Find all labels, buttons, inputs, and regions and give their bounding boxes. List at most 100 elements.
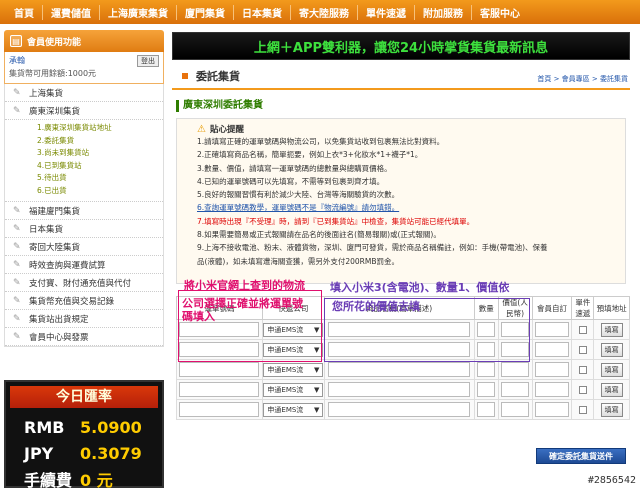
page-title: 委託集貨 bbox=[196, 70, 240, 83]
fill-address-button[interactable]: 填寫 bbox=[600, 402, 623, 417]
chevron-down-icon: ▼ bbox=[314, 385, 320, 394]
table-row: 申通EMS流 ▼ 填寫 bbox=[176, 379, 630, 400]
notice-box: ⚠ 貼心提醒 1.請填寫正確的運單號碼與物流公司，以免集貨站收到包裹無法比對資料。… bbox=[176, 118, 626, 284]
custom-input[interactable] bbox=[535, 342, 570, 357]
menu-japan[interactable]: ✎ 日本集貨 bbox=[5, 220, 163, 238]
promo-banner[interactable]: 上網＋APP雙利器，讓您24小時掌貨集貨最新訊息 bbox=[172, 32, 630, 60]
custom-input[interactable] bbox=[535, 322, 570, 337]
product-input[interactable] bbox=[328, 402, 471, 417]
notice-line: 品(液體)，如未填寫遭海關查獲，需另外支付200RMB罰金。 bbox=[197, 256, 399, 266]
courier-select[interactable]: 申通EMS流 ▼ bbox=[263, 402, 324, 417]
menu-alipay[interactable]: ✎ 支付寶、財付通充值與代付 bbox=[5, 274, 163, 292]
courier-select[interactable]: 申通EMS流 ▼ bbox=[263, 382, 324, 397]
sub-address[interactable]: 1.廣東深圳集貨站地址 bbox=[37, 122, 163, 135]
nav-home[interactable]: 首頁 bbox=[6, 4, 43, 20]
guangdong-submenu: 1.廣東深圳集貨站地址 2.委託集貨 3.尚未到集貨站 4.已到集貨站 5.待出… bbox=[5, 120, 163, 202]
pencil-icon: ✎ bbox=[13, 223, 21, 234]
annotation-red-3: 碼填入 bbox=[182, 310, 215, 323]
express-checkbox[interactable] bbox=[578, 365, 587, 374]
courier-select[interactable]: 申通EMS流 ▼ bbox=[263, 362, 324, 377]
nav-xiamen[interactable]: 廈門集貨 bbox=[177, 4, 234, 20]
menu-rules[interactable]: ✎ 集貨站出貨規定 bbox=[5, 310, 163, 328]
nav-express[interactable]: 單件速遞 bbox=[358, 4, 415, 20]
sub-shipped[interactable]: 6.已出貨 bbox=[37, 185, 163, 198]
pencil-icon: ✎ bbox=[13, 205, 21, 216]
annotation-purple-2: 您所花的價值去填 bbox=[332, 300, 420, 313]
menu-return[interactable]: ✎ 寄回大陸集貨 bbox=[5, 238, 163, 256]
table-row: 申通EMS流 ▼ 填寫 bbox=[176, 399, 630, 420]
annotation-purple-1: 填入小米3(含電池)、數量1、價值依 bbox=[330, 281, 510, 294]
warning-icon: ⚠ bbox=[197, 123, 206, 135]
express-checkbox[interactable] bbox=[578, 405, 587, 414]
pencil-icon: ✎ bbox=[13, 259, 21, 270]
side-menu: ✎ 上海集貨 ✎ 廣東深圳集貨 1.廣東深圳集貨站地址 2.委託集貨 3.尚未到集貨… bbox=[4, 84, 164, 347]
pencil-icon: ✎ bbox=[13, 331, 21, 342]
member-header: ▤ 會員使用功能 bbox=[4, 30, 164, 52]
value-input[interactable] bbox=[501, 362, 530, 377]
member-title: 會員使用功能 bbox=[27, 37, 82, 48]
menu-xiamen[interactable]: ✎ 福建廈門集貨 bbox=[5, 202, 163, 220]
notice-line: 1.請填寫正確的運單號碼與物流公司，以免集貨站收到包裹無法比對資料。 bbox=[197, 137, 445, 146]
custom-input[interactable] bbox=[535, 402, 570, 417]
pencil-icon: ✎ bbox=[13, 87, 21, 98]
menu-shipping-calc[interactable]: ✎ 時效查詢與運費試算 bbox=[5, 256, 163, 274]
nav-addon[interactable]: 附加服務 bbox=[415, 4, 472, 20]
tracking-input[interactable] bbox=[179, 362, 260, 377]
fill-address-button[interactable]: 填寫 bbox=[600, 362, 623, 377]
qty-input[interactable] bbox=[477, 362, 496, 377]
logout-button[interactable]: 登出 bbox=[137, 55, 159, 67]
pencil-icon: ✎ bbox=[13, 295, 21, 306]
menu-guangdong[interactable]: ✎ 廣東深圳集貨 bbox=[5, 102, 163, 120]
page-title-bar: 委託集貨 首頁 > 會員專區 > 委託集貨 bbox=[172, 64, 630, 90]
notice-line-link[interactable]: 6.查詢運單號碼教學，運單號碼不是『物流編號』請勿填錯。 bbox=[197, 201, 625, 214]
fill-address-button[interactable]: 填寫 bbox=[600, 382, 623, 397]
nav-service[interactable]: 客服中心 bbox=[472, 5, 528, 20]
sub-consign[interactable]: 2.委託集貨 bbox=[37, 135, 163, 148]
rate-row: 手續費 0 元 bbox=[24, 471, 113, 488]
express-checkbox[interactable] bbox=[578, 385, 587, 394]
submit-consign-button[interactable]: 確定委託集貨送件 bbox=[536, 448, 626, 464]
nav-japan[interactable]: 日本集貨 bbox=[234, 4, 291, 20]
nav-sh-gd[interactable]: 上海廣東集貨 bbox=[100, 4, 177, 20]
tracking-input[interactable] bbox=[179, 402, 260, 417]
nav-topup[interactable]: 運費儲值 bbox=[43, 4, 100, 20]
menu-shanghai[interactable]: ✎ 上海集貨 bbox=[5, 84, 163, 102]
custom-input[interactable] bbox=[535, 362, 570, 377]
section-title: 廣東深圳委託集貨 bbox=[176, 100, 630, 112]
tracking-input[interactable] bbox=[179, 382, 260, 397]
notice-head: ⚠ 貼心提醒 bbox=[197, 123, 244, 136]
pencil-icon: ✎ bbox=[13, 241, 21, 252]
qty-input[interactable] bbox=[477, 382, 496, 397]
value-input[interactable] bbox=[501, 402, 530, 417]
table-row: 申通EMS流 ▼ 填寫 bbox=[176, 359, 630, 380]
sub-not-arrived[interactable]: 3.尚未到集貨站 bbox=[37, 147, 163, 160]
nav-mainland[interactable]: 寄大陸服務 bbox=[291, 4, 358, 20]
rate-row: RMB 5.0900 bbox=[24, 417, 142, 437]
value-input[interactable] bbox=[501, 382, 530, 397]
breadcrumb[interactable]: 首頁 > 會員專區 > 委託集貨 bbox=[537, 74, 628, 84]
sub-pending[interactable]: 5.待出貨 bbox=[37, 172, 163, 185]
sub-arrived[interactable]: 4.已到集貨站 bbox=[37, 160, 163, 173]
product-input[interactable] bbox=[328, 362, 471, 377]
notice-line: 5.良好的報關習慣有利於減少大陸、台灣等海關驗貨的次數。 bbox=[197, 190, 400, 200]
pencil-icon: ✎ bbox=[13, 313, 21, 324]
col-custom: 會員自訂 bbox=[531, 296, 573, 320]
product-input[interactable] bbox=[328, 382, 471, 397]
custom-input[interactable] bbox=[535, 382, 570, 397]
menu-invoice[interactable]: ✎ 會員中心與發票 bbox=[5, 328, 163, 346]
rate-title: 今日匯率 bbox=[10, 386, 158, 408]
express-checkbox[interactable] bbox=[578, 325, 587, 334]
express-checkbox[interactable] bbox=[578, 345, 587, 354]
fill-address-button[interactable]: 填寫 bbox=[600, 322, 623, 337]
top-nav: 首頁 運費儲值 上海廣東集貨 廈門集貨 日本集貨 寄大陸服務 單件速遞 附加服務… bbox=[0, 0, 640, 24]
chevron-down-icon: ▼ bbox=[314, 365, 320, 374]
fill-address-button[interactable]: 填寫 bbox=[600, 342, 623, 357]
balance: 集貨幣可用餘額:1000元 bbox=[9, 69, 97, 78]
book-icon: ▤ bbox=[10, 35, 22, 47]
watermark: #2856542 bbox=[587, 475, 636, 486]
menu-coin-records[interactable]: ✎ 集貨幣充值與交易記錄 bbox=[5, 292, 163, 310]
qty-input[interactable] bbox=[477, 402, 496, 417]
chevron-down-icon: ▼ bbox=[314, 405, 320, 414]
rate-row: JPY 0.3079 bbox=[24, 443, 142, 463]
notice-line: 8.如果需要簡易或正式報關請在品名的後面註名(簡易報關)或(正式報關)。 bbox=[197, 230, 441, 240]
